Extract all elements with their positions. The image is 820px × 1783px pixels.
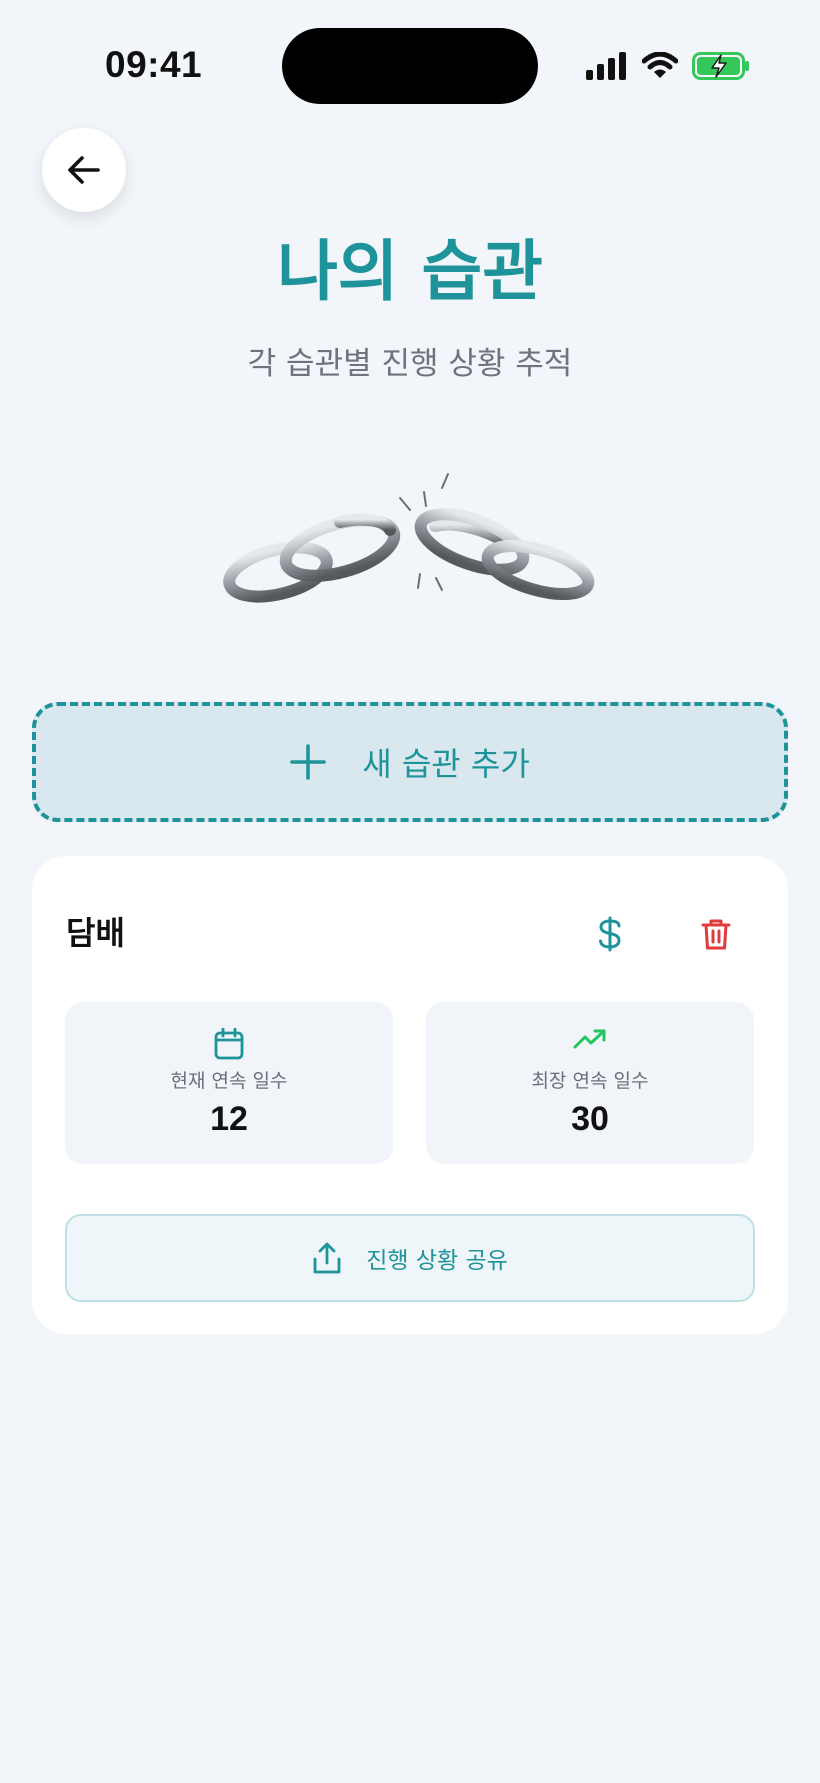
calendar-icon	[214, 1028, 244, 1060]
current-streak-box: 현재 연속 일수 12	[65, 1002, 393, 1164]
broken-chain-image	[223, 473, 595, 603]
share-progress-button[interactable]: 진행 상황 공유	[65, 1214, 755, 1302]
habit-name: 담배	[66, 914, 125, 952]
share-icon	[313, 1242, 341, 1274]
cellular-signal-icon	[586, 52, 626, 80]
status-time: 09:41	[105, 44, 203, 85]
page-title: 나의 습관	[277, 233, 543, 310]
trash-icon	[701, 919, 731, 950]
status-bar: 09:41	[0, 0, 820, 130]
trending-up-icon	[573, 1029, 606, 1049]
add-habit-button[interactable]: 새 습관 추가	[32, 702, 788, 822]
dollar-icon	[599, 916, 621, 952]
page-subtitle: 각 습관별 진행 상황 추적	[247, 346, 573, 382]
add-habit-label: 새 습관 추가	[362, 745, 530, 783]
current-streak-label: 현재 연속 일수	[170, 1070, 288, 1092]
delete-habit-button[interactable]	[688, 906, 744, 962]
dynamic-island	[282, 28, 538, 104]
arrow-left-icon	[68, 156, 100, 184]
share-progress-label: 진행 상황 공유	[366, 1248, 508, 1274]
back-button[interactable]	[42, 128, 126, 212]
status-icons	[586, 48, 750, 84]
battery-charging-icon	[692, 52, 749, 80]
habits-screen: 09:41 나의 습관 각 습관별 진행 상황 추적 새 습관 추가 담배 현재…	[0, 0, 820, 1783]
cost-button[interactable]	[582, 906, 638, 962]
wifi-icon	[642, 52, 678, 78]
longest-streak-box: 최장 연속 일수 30	[426, 1002, 754, 1164]
longest-streak-label: 최장 연속 일수	[531, 1070, 649, 1092]
current-streak-value: 12	[210, 1100, 248, 1138]
habit-card: 담배 현재 연속 일수 12 최장 연속 일수 30 진행 상황 공유	[32, 856, 788, 1334]
longest-streak-value: 30	[571, 1100, 609, 1138]
plus-icon	[290, 744, 327, 780]
